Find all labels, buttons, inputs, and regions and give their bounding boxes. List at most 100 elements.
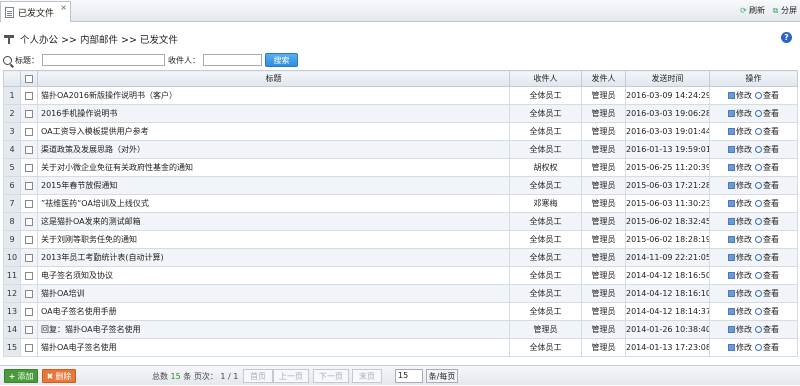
plus-icon: + [8,371,16,381]
row-checkbox[interactable] [20,158,38,177]
row-checkbox[interactable] [20,302,38,321]
refresh-button[interactable]: ⟳ 刷新 [739,5,765,16]
row-title[interactable]: 猫扑OA电子签名使用 [37,338,510,357]
row-title[interactable]: 这是猫扑OA发来的测试邮箱 [37,212,510,231]
view-button[interactable]: 查看 [752,343,779,352]
row-title[interactable]: 关于刘刚等职务任免的通知 [37,230,510,249]
row-title[interactable]: 2013年员工考勤统计表(自动计算) [37,248,510,267]
edit-button[interactable]: 修改 [728,325,752,334]
select-all-checkbox[interactable] [20,70,38,87]
row-title[interactable]: 2015年春节放假通知 [37,176,510,195]
edit-button[interactable]: 修改 [728,163,752,172]
view-button[interactable]: 查看 [752,271,779,280]
last-page-button[interactable]: 末页 [352,369,382,383]
row-checkbox[interactable] [20,176,38,195]
view-button[interactable]: 查看 [752,199,779,208]
table-row[interactable]: 15 猫扑OA电子签名使用 全体员工 管理员 2014-01-13 17:23:08 修改… [3,338,798,357]
row-checkbox[interactable] [20,284,38,303]
help-icon[interactable]: ? [781,32,792,43]
edit-button[interactable]: 修改 [728,307,752,316]
search-button[interactable]: 搜索 [265,53,298,67]
view-button[interactable]: 查看 [752,307,779,316]
table-row[interactable]: 8 这是猫扑OA发来的测试邮箱 全体员工 管理员 2015-06-02 18:32:45… [3,212,798,231]
view-button[interactable]: 查看 [752,325,779,334]
edit-button[interactable]: 修改 [728,145,752,154]
edit-button[interactable]: 修改 [728,109,752,118]
view-button[interactable]: 查看 [752,217,779,226]
delete-button[interactable]: ✖ 删除 [42,369,76,383]
tab-close-icon[interactable]: × [60,3,67,12]
view-button[interactable]: 查看 [752,235,779,244]
title-search-input[interactable] [42,54,165,66]
table-row[interactable]: 4 渠道政策及发展思路（对外） 全体员工 管理员 2016-01-13 19:59:01… [3,140,798,159]
row-checkbox[interactable] [20,212,38,231]
first-page-button[interactable]: 首页 [243,369,273,383]
row-title[interactable]: 渠道政策及发展思路（对外） [37,140,510,159]
table-row[interactable]: 13 OA电子签名使用手册 全体员工 管理员 2014-04-12 18:14:37 修改… [3,302,798,321]
edit-button[interactable]: 修改 [728,343,752,352]
edit-button[interactable]: 修改 [728,253,752,262]
table-row[interactable]: 6 2015年春节放假通知 全体员工 管理员 2015-06-03 17:21:28 修改… [3,176,798,195]
row-checkbox[interactable] [20,230,38,249]
view-button[interactable]: 查看 [752,289,779,298]
header-sender[interactable]: 发件人 [581,70,626,87]
header-receiver[interactable]: 收件人 [509,70,582,87]
header-time[interactable]: 发送时间 [625,70,710,87]
view-button[interactable]: 查看 [752,145,779,154]
row-checkbox[interactable] [20,320,38,339]
row-title[interactable]: 电子签名须知及协议 [37,266,510,285]
view-button[interactable]: 查看 [752,127,779,136]
table-row[interactable]: 1 猫扑OA2016新版操作说明书（客户） 全体员工 管理员 2016-03-09 14… [3,86,798,105]
row-checkbox[interactable] [20,248,38,267]
row-title[interactable]: 回复：猫扑OA电子签名使用 [37,320,510,339]
prev-page-button[interactable]: 上一页 [273,369,309,383]
view-button[interactable]: 查看 [752,181,779,190]
row-receiver: 全体员工 [509,86,582,105]
row-title[interactable]: 猫扑OA培训 [37,284,510,303]
view-button[interactable]: 查看 [752,253,779,262]
row-ops: 修改 查看 [709,122,798,141]
edit-button[interactable]: 修改 [728,91,752,100]
page-size-input[interactable]: 15 [395,369,423,383]
row-checkbox[interactable] [20,140,38,159]
edit-button[interactable]: 修改 [728,199,752,208]
row-checkbox[interactable] [20,266,38,285]
edit-button[interactable]: 修改 [728,235,752,244]
row-title[interactable]: 2016手机操作说明书 [37,104,510,123]
tab-sent-files[interactable]: 已发文件 × [0,1,71,22]
table-row[interactable]: 14 回复：猫扑OA电子签名使用 管理员 管理员 2014-01-26 10:38:40… [3,320,798,339]
per-page-button[interactable]: 条/每页 [426,369,458,383]
row-checkbox[interactable] [20,104,38,123]
edit-button[interactable]: 修改 [728,289,752,298]
table-row[interactable]: 7 ”祛维医药“OA培训及上线仪式 邓寒梅 管理员 2015-06-03 11:30:2… [3,194,798,213]
row-checkbox[interactable] [20,194,38,213]
next-page-button[interactable]: 下一页 [313,369,349,383]
add-button[interactable]: + 添加 [4,369,38,383]
split-screen-button[interactable]: ⧉ 分屏 [771,5,797,16]
row-title[interactable]: OA电子签名使用手册 [37,302,510,321]
view-button[interactable]: 查看 [752,91,779,100]
edit-button[interactable]: 修改 [728,217,752,226]
table-row[interactable]: 10 2013年员工考勤统计表(自动计算) 全体员工 管理员 2014-11-09 22… [3,248,798,267]
edit-button[interactable]: 修改 [728,127,752,136]
view-button[interactable]: 查看 [752,163,779,172]
title-search-label: 标题： [15,55,39,65]
receiver-search-input[interactable] [203,54,262,66]
table-row[interactable]: 11 电子签名须知及协议 全体员工 管理员 2014-04-12 18:16:50 修改查… [3,266,798,285]
row-checkbox[interactable] [20,86,38,105]
table-row[interactable]: 12 猫扑OA培训 全体员工 管理员 2014-04-12 18:16:10 修改 查看 [3,284,798,303]
header-title[interactable]: 标题 [37,70,510,87]
edit-button[interactable]: 修改 [728,181,752,190]
row-checkbox[interactable] [20,122,38,141]
view-button[interactable]: 查看 [752,109,779,118]
table-row[interactable]: 3 OA工资导入模板提供用户参考 全体员工 管理员 2016-03-03 19:01:4… [3,122,798,141]
row-title[interactable]: OA工资导入模板提供用户参考 [37,122,510,141]
table-row[interactable]: 2 2016手机操作说明书 全体员工 管理员 2016-03-03 19:06:28 修改… [3,104,798,123]
row-checkbox[interactable] [20,338,38,357]
table-row[interactable]: 5 关于对小微企业免征有关政府性基金的通知 胡权权 管理员 2015-06-25 11:… [3,158,798,177]
row-title[interactable]: ”祛维医药“OA培训及上线仪式 [37,194,510,213]
table-row[interactable]: 9 关于刘刚等职务任免的通知 全体员工 管理员 2015-06-02 18:28:19 修… [3,230,798,249]
row-title[interactable]: 猫扑OA2016新版操作说明书（客户） [37,86,510,105]
edit-button[interactable]: 修改 [728,271,752,280]
row-title[interactable]: 关于对小微企业免征有关政府性基金的通知 [37,158,510,177]
